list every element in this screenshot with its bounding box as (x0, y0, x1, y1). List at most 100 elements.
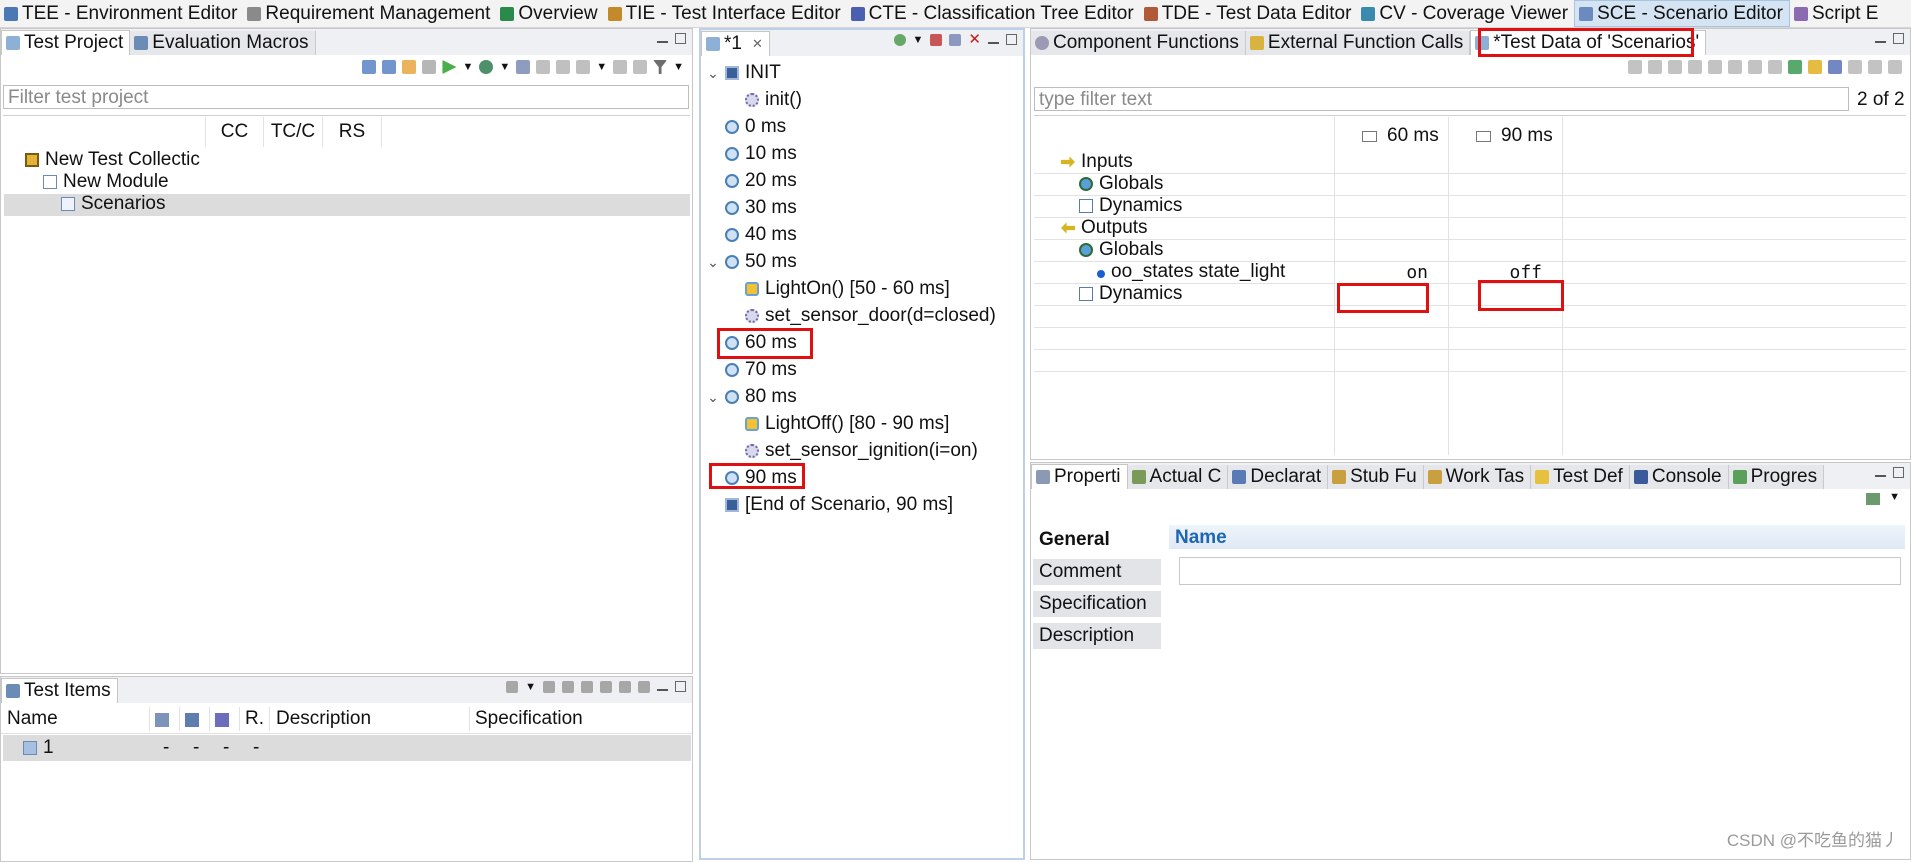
scenario-item[interactable]: 70 ms (707, 359, 797, 381)
scenario-item[interactable]: ⌄ 50 ms (707, 251, 797, 273)
remove-value-icon[interactable] (1768, 60, 1782, 74)
collapse-icon[interactable] (638, 681, 650, 693)
move-down-icon[interactable] (1628, 60, 1642, 74)
disable-icon[interactable] (949, 34, 962, 46)
minimize-icon[interactable] (657, 687, 668, 691)
filter-icon[interactable] (653, 60, 668, 74)
highlight-icon[interactable] (1808, 60, 1822, 74)
table-row[interactable]: 1 - - - - (3, 735, 691, 761)
tree-item[interactable]: Scenarios (61, 193, 166, 215)
column-header-tcc[interactable]: TC/C (264, 121, 322, 143)
settings-icon[interactable] (516, 60, 531, 74)
column-header-cc[interactable]: CC (206, 121, 263, 143)
column-header-description[interactable]: Description (276, 708, 371, 730)
column-toggle-icon[interactable] (1476, 130, 1491, 142)
delete-icon[interactable]: ✕ (968, 32, 981, 47)
perspective-tab[interactable]: CTE - Classification Tree Editor (847, 0, 1140, 27)
minimize-icon[interactable] (1875, 473, 1886, 477)
insert-icon[interactable] (1748, 60, 1762, 74)
move-right-icon[interactable] (1688, 60, 1702, 74)
maximize-icon[interactable] (1893, 33, 1904, 44)
perspective-tab[interactable]: Script E (1790, 0, 1885, 27)
scenario-item[interactable]: 10 ms (707, 143, 797, 165)
coverage-run-icon[interactable] (479, 60, 494, 74)
check-column-icon[interactable] (185, 713, 199, 727)
layout-icon[interactable] (600, 681, 612, 693)
report-item-icon[interactable] (562, 681, 574, 693)
save-icon[interactable] (613, 60, 628, 74)
table-row[interactable]: Dynamics (1079, 195, 1182, 217)
scenario-item[interactable]: 90 ms (707, 467, 797, 489)
perspective-tab[interactable]: Requirement Management (243, 0, 496, 27)
delete-item-icon[interactable] (581, 681, 593, 693)
analyze-icon[interactable] (402, 60, 417, 74)
tab-scenario-1[interactable]: *1 ✕ (701, 31, 770, 56)
test-data-cell[interactable]: on (1338, 262, 1428, 283)
table-row[interactable]: Globals (1079, 173, 1163, 195)
column-header-name[interactable]: Name (7, 708, 58, 730)
minimize-icon[interactable] (988, 40, 999, 44)
table-row[interactable]: Globals (1079, 239, 1163, 261)
print-icon[interactable] (543, 681, 555, 693)
filter-dropdown-icon[interactable]: ▼ (673, 61, 684, 73)
table-row[interactable]: Inputs (1061, 151, 1133, 173)
scenario-item[interactable]: set_sensor_ignition(i=on) (727, 440, 978, 462)
grid-icon[interactable] (1828, 60, 1842, 74)
run-item-icon[interactable] (506, 681, 519, 693)
refresh-icon[interactable] (422, 60, 437, 74)
tab-properties-1[interactable]: Actual C (1127, 465, 1229, 489)
tab-external-function-calls[interactable]: External Function Calls (1245, 31, 1471, 55)
scenario-item[interactable]: [End of Scenario, 90 ms] (707, 494, 953, 516)
scenario-item[interactable]: ⌄ 80 ms (707, 386, 797, 408)
properties-category-description[interactable]: Description (1033, 623, 1161, 649)
pin-icon[interactable] (1866, 493, 1880, 505)
sync-dropdown-icon[interactable]: ▼ (913, 34, 924, 46)
filter-test-project-input[interactable]: Filter test project (3, 85, 689, 109)
link-icon[interactable] (1888, 60, 1902, 74)
chevron-down-icon[interactable]: ⌄ (707, 65, 719, 82)
properties-category-specification[interactable]: Specification (1033, 591, 1161, 617)
name-input[interactable] (1179, 557, 1901, 585)
tab-properties-7[interactable]: Progres (1728, 465, 1825, 489)
tab-evaluation-macros[interactable]: Evaluation Macros (130, 31, 316, 55)
close-icon[interactable]: ✕ (752, 36, 763, 52)
column-toggle-icon[interactable] (1362, 130, 1377, 142)
table-row[interactable]: oo_states state_light (1097, 261, 1285, 283)
scenario-item[interactable]: set_sensor_door(d=closed) (727, 305, 996, 327)
perspective-tab[interactable]: TIE - Test Interface Editor (604, 0, 847, 27)
maximize-icon[interactable] (675, 33, 686, 44)
tab-properties-4[interactable]: Work Tas (1423, 465, 1532, 489)
properties-category-comment[interactable]: Comment (1033, 559, 1161, 585)
tab-component-functions[interactable]: Component Functions (1031, 31, 1246, 55)
scenario-item[interactable]: LightOff() [80 - 90 ms] (727, 413, 949, 435)
chevron-down-icon[interactable]: ⌄ (707, 389, 719, 406)
type-filter-input[interactable]: type filter text (1034, 87, 1849, 111)
tree-item[interactable]: New Test Collectic (25, 149, 200, 171)
tab-test-data-scenarios[interactable]: *Test Data of 'Scenarios' (1470, 30, 1707, 55)
report-html-icon[interactable] (556, 60, 571, 74)
column-header-time[interactable]: 90 ms (1476, 125, 1553, 147)
column-header-time[interactable]: 60 ms (1362, 125, 1439, 147)
report-icon[interactable] (536, 60, 551, 74)
maximize-icon[interactable] (1006, 34, 1017, 45)
coverage-dropdown-icon[interactable]: ▼ (499, 61, 510, 73)
column-header-rs[interactable]: RS (323, 121, 381, 143)
move-left-icon[interactable] (1668, 60, 1682, 74)
tab-test-project[interactable]: Test Project (1, 30, 131, 55)
expand-all-icon[interactable] (1868, 60, 1882, 74)
view-menu-icon[interactable]: ▼ (1889, 491, 1900, 503)
report-pdf-icon[interactable] (576, 60, 591, 74)
move-up-icon[interactable] (1648, 60, 1662, 74)
tab-properties-5[interactable]: Test Def (1531, 465, 1630, 489)
maximize-icon[interactable] (675, 681, 686, 692)
tab-test-items[interactable]: Test Items (1, 678, 118, 703)
test-data-cell[interactable]: off (1452, 262, 1542, 283)
scenario-item[interactable]: LightOn() [50 - 60 ms] (727, 278, 950, 300)
perspective-tab[interactable]: CV - Coverage Viewer (1357, 0, 1574, 27)
report-dropdown-icon[interactable]: ▼ (596, 61, 607, 73)
perspective-tab[interactable]: TEE - Environment Editor (0, 0, 243, 27)
expand-icon[interactable] (619, 681, 631, 693)
remove-icon[interactable] (930, 34, 943, 46)
column-header-r[interactable]: R. (245, 708, 264, 730)
paste-icon[interactable] (1728, 60, 1742, 74)
